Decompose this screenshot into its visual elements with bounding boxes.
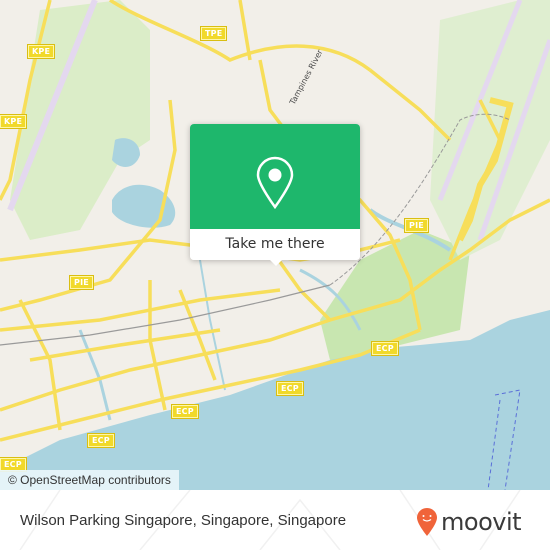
popup-arrow [268, 258, 284, 266]
road-shield-ecp: ECP [87, 433, 115, 448]
moovit-pin-icon [417, 508, 437, 536]
moovit-wordmark: moovit [441, 508, 522, 536]
moovit-logo[interactable]: moovit [416, 507, 522, 537]
road-shield-ecp: ECP [371, 341, 399, 356]
place-name: Wilson Parking Singapore, Singapore, Sin… [20, 512, 347, 529]
road-shield-ecp: ECP [276, 381, 304, 396]
take-me-there-button[interactable]: Take me there [190, 229, 360, 260]
road-shield-ecp: ECP [171, 404, 199, 419]
road-shield-pie: PIE [404, 218, 429, 233]
location-popup: Take me there [190, 124, 360, 266]
park-airport [430, 0, 550, 260]
canal [78, 329, 112, 421]
road-shield-tpe: TPE [199, 26, 228, 41]
road-shield-kpe: KPE [0, 114, 28, 129]
map-attribution[interactable]: © OpenStreetMap contributors [0, 470, 179, 490]
map-pin-icon [256, 156, 294, 210]
popup-footer: Take me there [190, 229, 360, 260]
road-shield-pie: PIE [69, 275, 94, 290]
popup-header [190, 124, 360, 229]
road-shield-kpe: KPE [26, 44, 56, 59]
